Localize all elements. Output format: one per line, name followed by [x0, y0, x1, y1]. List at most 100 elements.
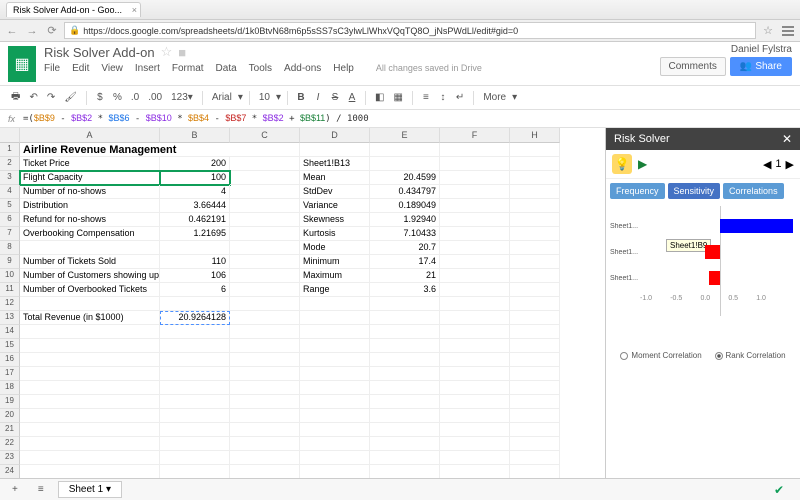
cell[interactable]: StdDev — [300, 185, 370, 199]
tab-correlations[interactable]: Correlations — [723, 183, 784, 199]
cell[interactable]: Mode — [300, 241, 370, 255]
cell[interactable] — [370, 465, 440, 478]
sheets-logo-icon[interactable]: ▦ — [8, 46, 36, 82]
cell[interactable]: 0.189049 — [370, 199, 440, 213]
col-header[interactable]: C — [230, 128, 300, 143]
cell[interactable]: Airline Revenue Management — [20, 143, 300, 157]
row-header[interactable]: 17 — [0, 367, 20, 381]
cell[interactable]: Skewness — [300, 213, 370, 227]
cell[interactable]: Maximum — [300, 269, 370, 283]
sheet-tab[interactable]: Sheet 1 ▾ — [58, 481, 122, 498]
cell[interactable] — [300, 339, 370, 353]
cell[interactable] — [440, 465, 510, 478]
bookmark-icon[interactable]: ☆ — [760, 23, 776, 39]
cell[interactable] — [20, 423, 160, 437]
cell[interactable]: Mean — [300, 171, 370, 185]
cell[interactable] — [230, 437, 300, 451]
dec-decrease-icon[interactable]: .0 — [128, 90, 142, 105]
cell[interactable] — [440, 409, 510, 423]
cell[interactable] — [160, 451, 230, 465]
row-header[interactable]: 9 — [0, 255, 20, 269]
cell[interactable]: Number of Overbooked Tickets — [20, 283, 160, 297]
cell[interactable] — [160, 465, 230, 478]
row-header[interactable]: 18 — [0, 381, 20, 395]
cell[interactable]: 17.4 — [370, 255, 440, 269]
cell[interactable] — [160, 367, 230, 381]
cell[interactable]: 7.10433 — [370, 227, 440, 241]
user-name[interactable]: Daniel Fylstra — [660, 44, 793, 55]
url-input[interactable]: 🔒 https://docs.google.com/spreadsheets/d… — [64, 22, 756, 39]
row-header[interactable]: 2 — [0, 157, 20, 171]
undo-icon[interactable]: ↶ — [26, 90, 40, 105]
cell[interactable] — [370, 353, 440, 367]
share-button[interactable]: 👥Share — [730, 57, 792, 76]
cell[interactable]: 20.7 — [370, 241, 440, 255]
valign-icon[interactable]: ↕ — [436, 90, 450, 105]
cell[interactable] — [370, 395, 440, 409]
cell[interactable]: Kurtosis — [300, 227, 370, 241]
cell[interactable] — [370, 423, 440, 437]
formula-input[interactable]: =($B$9 - $B$2 * $B$6 - $B$10 * $B$4 - $B… — [23, 113, 369, 124]
cell[interactable] — [440, 339, 510, 353]
cell[interactable] — [230, 465, 300, 478]
print-icon[interactable]: 🖶 — [8, 87, 23, 108]
cell[interactable]: 21 — [370, 269, 440, 283]
fill-color-icon[interactable]: ◧ — [372, 90, 387, 105]
row-header[interactable]: 14 — [0, 325, 20, 339]
wrap-icon[interactable]: ↵ — [453, 90, 467, 105]
cell[interactable] — [20, 451, 160, 465]
row-header[interactable]: 22 — [0, 437, 20, 451]
cell[interactable]: 6 — [160, 283, 230, 297]
text-color-icon[interactable]: A — [345, 90, 359, 105]
cell[interactable] — [300, 437, 370, 451]
tab-sensitivity[interactable]: Sensitivity — [668, 183, 721, 199]
cell[interactable] — [20, 381, 160, 395]
cell[interactable]: Overbooking Compensation — [20, 227, 160, 241]
col-header[interactable]: E — [370, 128, 440, 143]
borders-icon[interactable]: ▦ — [390, 90, 405, 105]
cell[interactable] — [510, 465, 560, 478]
close-icon[interactable]: × — [132, 5, 137, 15]
cell[interactable]: 1.21695 — [160, 227, 230, 241]
cell[interactable]: 0.434797 — [370, 185, 440, 199]
tab-frequency[interactable]: Frequency — [610, 183, 665, 199]
cell[interactable] — [300, 423, 370, 437]
cell[interactable] — [510, 381, 560, 395]
italic-icon[interactable]: I — [311, 90, 325, 105]
row-header[interactable]: 6 — [0, 213, 20, 227]
cell[interactable] — [300, 367, 370, 381]
cell[interactable]: 0.462191 — [160, 213, 230, 227]
cell[interactable]: 200 — [160, 157, 230, 171]
cell[interactable] — [370, 437, 440, 451]
row-header[interactable]: 16 — [0, 353, 20, 367]
menu-data[interactable]: Data — [216, 63, 237, 74]
reload-icon[interactable]: ⟳ — [44, 23, 60, 39]
browser-tab[interactable]: Risk Solver Add-on - Goo... × — [6, 2, 141, 17]
menu-insert[interactable]: Insert — [135, 63, 160, 74]
cell[interactable] — [230, 409, 300, 423]
cell[interactable]: 3.6 — [370, 283, 440, 297]
row-header[interactable]: 5 — [0, 199, 20, 213]
row-header[interactable]: 11 — [0, 283, 20, 297]
row-header[interactable]: 8 — [0, 241, 20, 255]
cell[interactable] — [160, 409, 230, 423]
menu-edit[interactable]: Edit — [72, 63, 89, 74]
cell[interactable]: Total Revenue (in $1000) — [20, 311, 160, 325]
row-header[interactable]: 7 — [0, 227, 20, 241]
cell[interactable] — [230, 325, 300, 339]
cell[interactable]: 1.92940 — [370, 213, 440, 227]
currency-icon[interactable]: $ — [93, 90, 107, 105]
close-icon[interactable]: ✕ — [782, 132, 792, 146]
cell[interactable] — [20, 437, 160, 451]
cell[interactable] — [370, 409, 440, 423]
star-icon[interactable]: ☆ — [161, 44, 173, 60]
row-header[interactable]: 21 — [0, 423, 20, 437]
cell[interactable] — [230, 451, 300, 465]
menu-help[interactable]: Help — [333, 63, 354, 74]
menu-addons[interactable]: Add-ons — [284, 63, 321, 74]
row-header[interactable]: 10 — [0, 269, 20, 283]
cell[interactable] — [440, 423, 510, 437]
doc-title[interactable]: Risk Solver Add-on — [44, 45, 155, 60]
cell[interactable]: 110 — [160, 255, 230, 269]
moment-correlation-radio[interactable]: Moment Correlation — [620, 351, 701, 360]
